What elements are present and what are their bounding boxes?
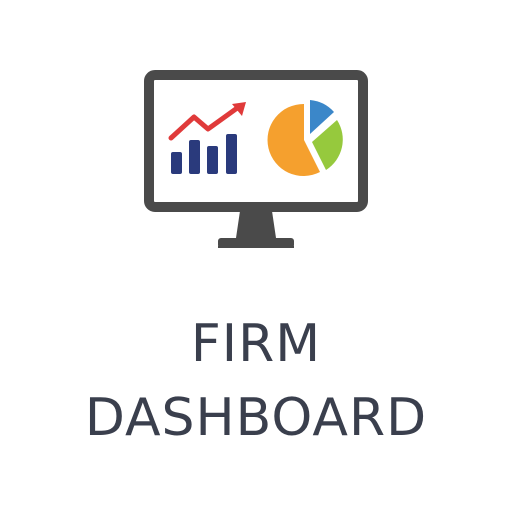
- title-line-2: DASHBOARD: [84, 388, 428, 448]
- monitor-dashboard-icon: [0, 0, 512, 300]
- trend-arrow-icon: [168, 102, 246, 141]
- pie-chart-icon: [267, 100, 343, 176]
- bar-chart-icon: [171, 134, 237, 174]
- title-line-1: FIRM: [190, 314, 322, 374]
